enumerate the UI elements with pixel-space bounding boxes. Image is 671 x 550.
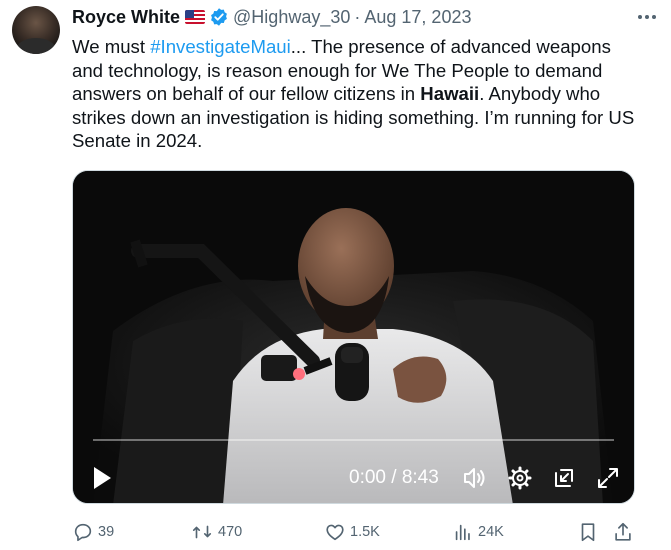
tweet-actions: 39 470 1.5K 24K bbox=[72, 518, 652, 546]
bold-location: Hawaii bbox=[420, 83, 480, 104]
separator-dot: · bbox=[354, 6, 361, 27]
author-handle[interactable]: @Highway_30 bbox=[233, 7, 350, 28]
bookmark-icon[interactable] bbox=[577, 518, 599, 546]
views-button[interactable]: 24K bbox=[452, 518, 504, 546]
tweet-date[interactable]: Aug 17, 2023 bbox=[364, 7, 471, 28]
video-player[interactable]: 0:00 / 8:43 bbox=[72, 170, 635, 504]
author-name[interactable]: Royce White bbox=[72, 7, 180, 28]
us-flag-icon bbox=[185, 10, 206, 24]
settings-icon[interactable] bbox=[507, 465, 533, 491]
verified-badge-icon bbox=[211, 8, 227, 26]
heart-icon bbox=[326, 524, 344, 541]
reply-count: 39 bbox=[98, 524, 115, 540]
fullscreen-icon[interactable] bbox=[595, 465, 621, 491]
like-count: 1.5K bbox=[350, 524, 380, 540]
analytics-icon bbox=[455, 524, 470, 541]
tweet-text-part: We must bbox=[72, 36, 151, 57]
tweet-text: We must #InvestigateMaui... The presence… bbox=[72, 35, 647, 153]
picture-in-picture-icon[interactable] bbox=[551, 465, 577, 491]
play-icon[interactable] bbox=[91, 465, 113, 491]
repost-button[interactable]: 470 bbox=[190, 518, 242, 546]
hashtag-link[interactable]: #InvestigateMaui bbox=[150, 36, 291, 57]
volume-icon[interactable] bbox=[461, 465, 487, 491]
reply-button[interactable]: 39 bbox=[72, 518, 114, 546]
view-count: 24K bbox=[478, 524, 504, 540]
video-controls: 0:00 / 8:43 bbox=[73, 453, 634, 503]
more-options-icon[interactable] bbox=[635, 7, 659, 27]
video-time: 0:00 / 8:43 bbox=[349, 467, 439, 488]
avatar-figure bbox=[16, 38, 56, 54]
video-progress-bar[interactable] bbox=[93, 439, 614, 441]
share-icon[interactable] bbox=[612, 518, 634, 546]
repost-count: 470 bbox=[218, 524, 243, 540]
author-avatar[interactable] bbox=[12, 6, 60, 54]
like-button[interactable]: 1.5K bbox=[324, 518, 380, 546]
repost-icon bbox=[192, 525, 212, 539]
tweet-header: Royce White @Highway_30 · Aug 17, 2023 bbox=[72, 5, 631, 29]
reply-icon bbox=[74, 523, 92, 542]
